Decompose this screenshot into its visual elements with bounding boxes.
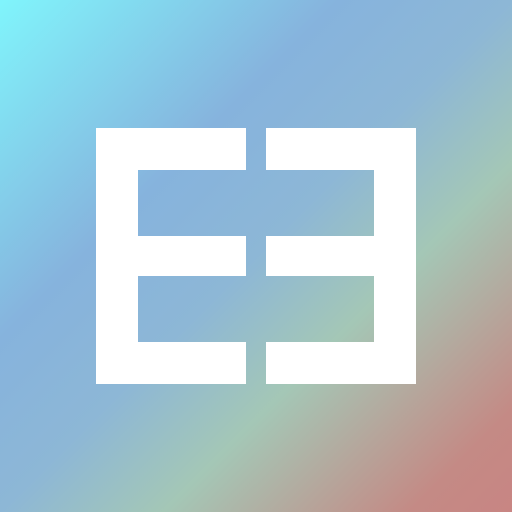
right-e-bottom-arm — [266, 342, 416, 384]
right-e-middle-arm — [266, 236, 416, 276]
left-e-glyph — [96, 128, 246, 384]
app-icon — [0, 0, 512, 512]
ee-monogram-icon — [96, 128, 416, 384]
right-mirrored-e-glyph — [266, 128, 416, 384]
left-e-top-arm — [96, 128, 246, 170]
left-e-bottom-arm — [96, 342, 246, 384]
right-e-top-arm — [266, 128, 416, 170]
left-e-middle-arm — [96, 236, 246, 276]
